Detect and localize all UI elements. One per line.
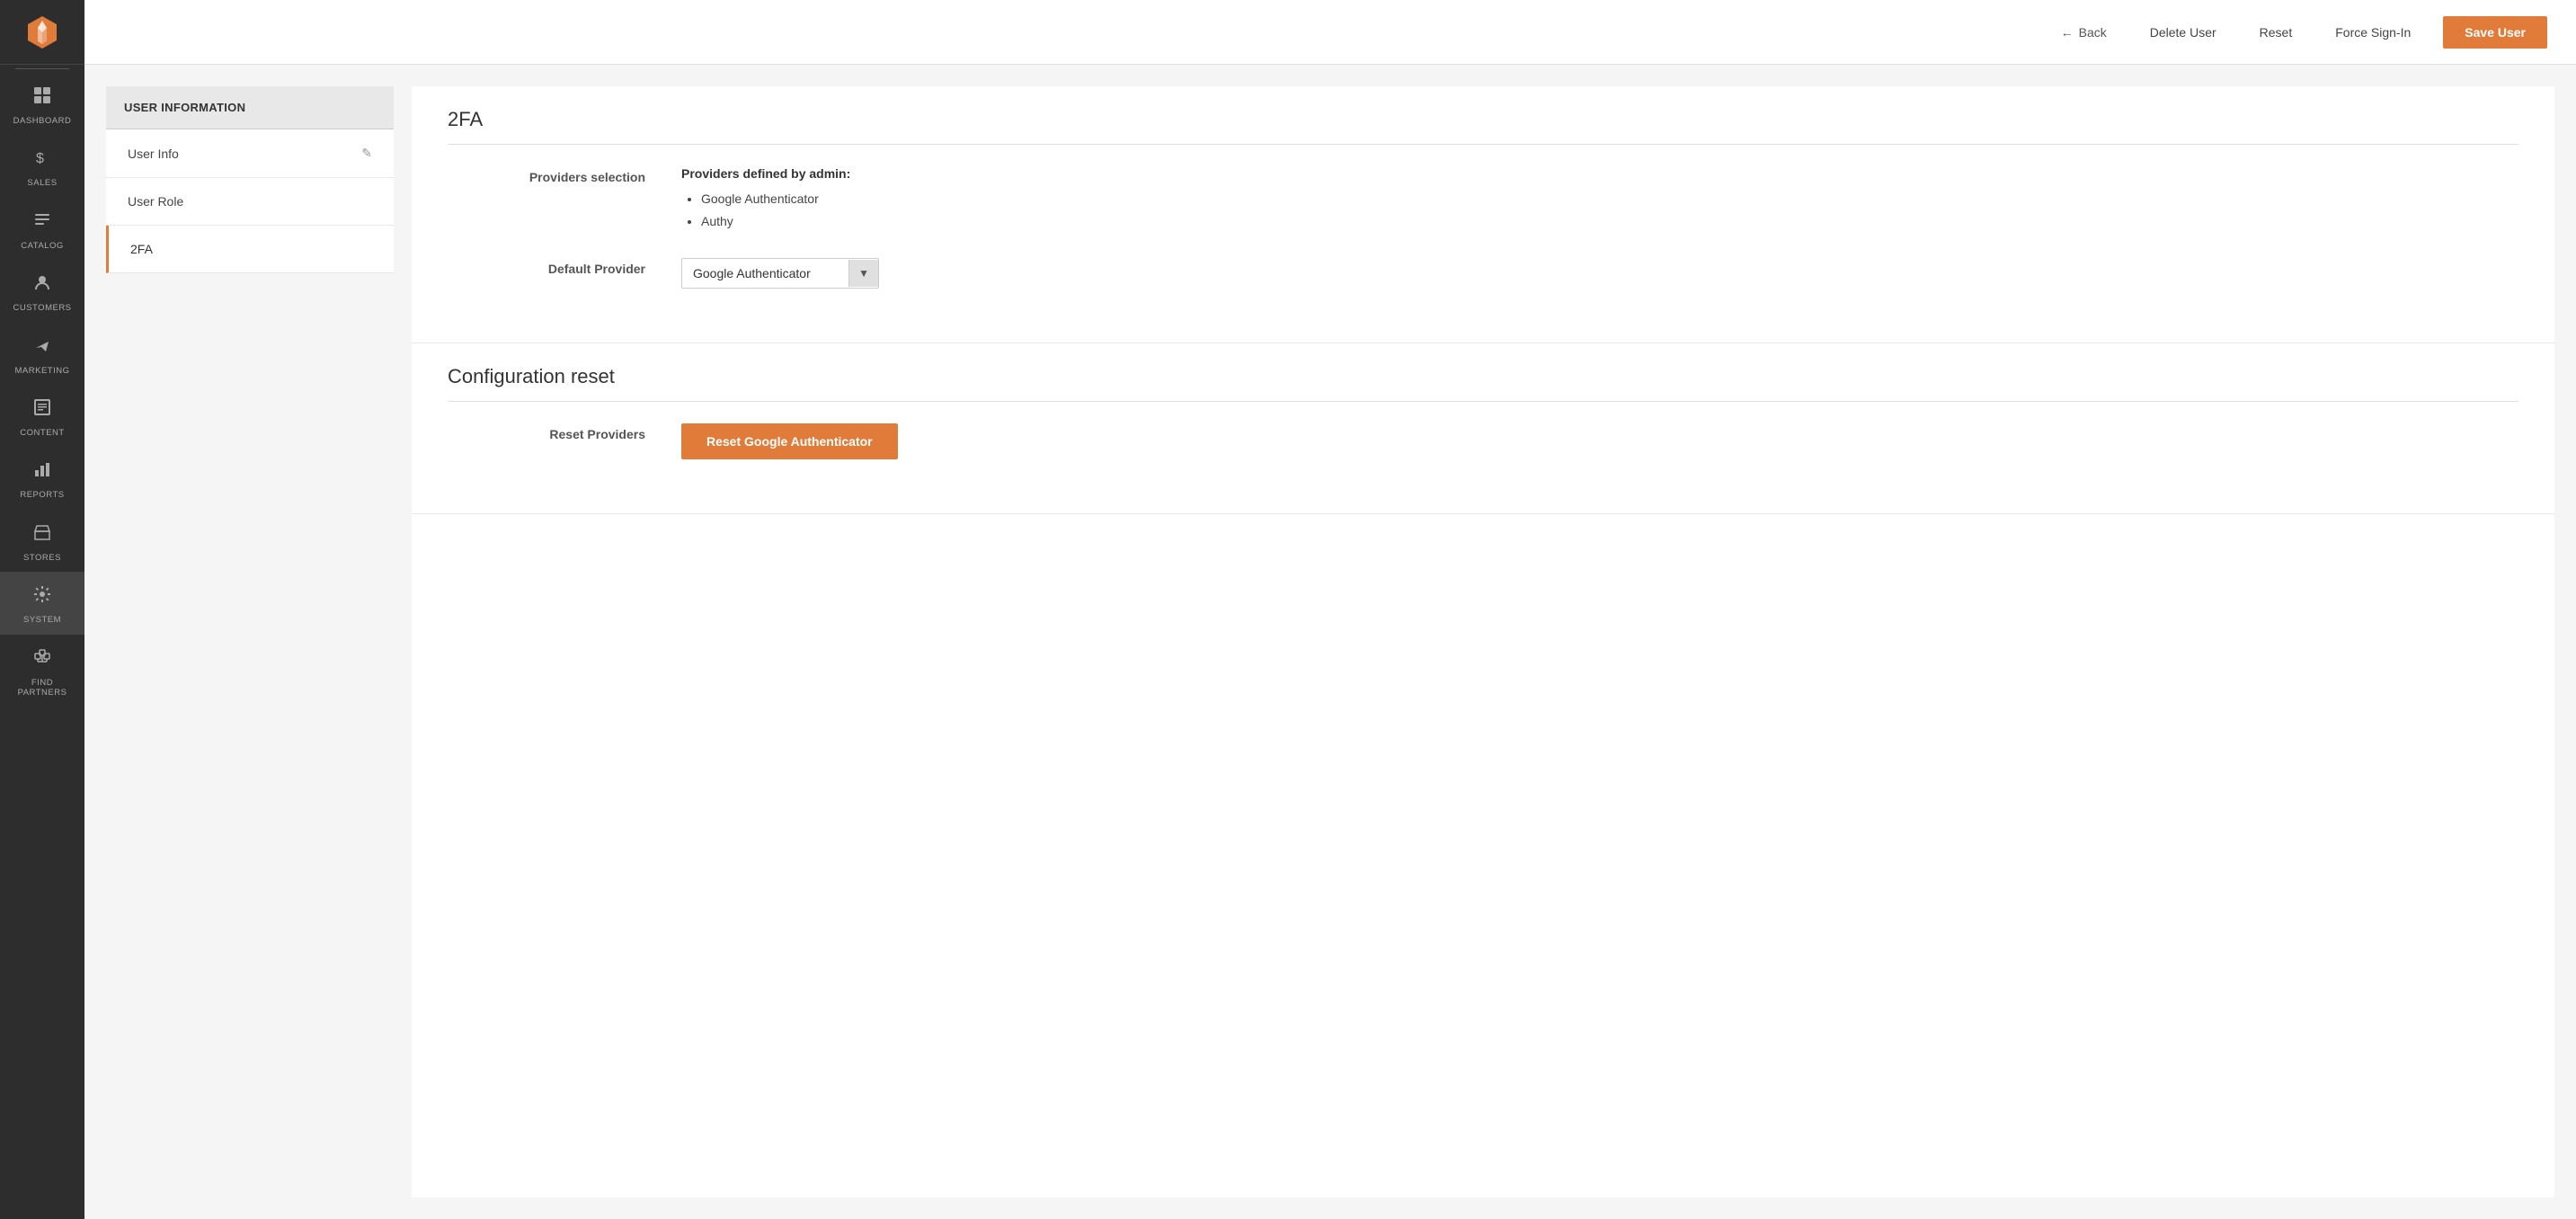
back-button[interactable]: ← Back [2050,18,2118,47]
marketing-icon [32,335,52,360]
select-arrow-button[interactable]: ▼ [848,260,878,287]
providers-defined-label: Providers defined by admin: [681,166,2518,181]
customers-icon [32,272,52,298]
reset-google-authenticator-label: Reset Google Authenticator [706,434,873,449]
default-provider-select-wrapper: Google Authenticator Authy ▼ [681,258,879,289]
find-partners-icon [32,647,52,672]
force-signin-button[interactable]: Force Sign-In [2324,18,2421,47]
sidebar-item-find-partners[interactable]: FIND PARTNERS [0,635,84,707]
left-nav-label-user-role: User Role [128,194,183,209]
default-provider-select[interactable]: Google Authenticator Authy [682,259,848,288]
toolbar: ← Back Delete User Reset Force Sign-In S… [84,0,2576,65]
reset-providers-row: Reset Providers Reset Google Authenticat… [448,423,2518,459]
providers-selection-row: Providers selection Providers defined by… [448,166,2518,233]
edit-icon: ✎ [361,146,372,161]
magento-logo-icon [22,13,62,52]
sidebar-item-label-dashboard: DASHBOARD [13,116,72,126]
save-user-label: Save User [2465,25,2526,40]
left-nav-item-2fa[interactable]: 2FA [106,226,394,273]
back-label: Back [2079,25,2107,40]
config-reset-section: Configuration reset Reset Providers Rese… [412,343,2554,514]
sidebar-item-marketing[interactable]: MARKETING [0,323,84,385]
provider-item-authy: Authy [701,210,2518,233]
sidebar-item-label-find-partners: FIND PARTNERS [7,678,77,698]
sidebar-item-label-catalog: CATALOG [21,241,64,251]
sidebar-item-reports[interactable]: REPORTS [0,447,84,509]
sidebar-divider [15,68,69,69]
sidebar-item-content[interactable]: CONTENT [0,385,84,447]
sidebar-item-label-customers: CUSTOMERS [13,303,71,313]
stores-icon [32,522,52,547]
sidebar-item-label-sales: SALES [27,178,57,188]
svg-text:$: $ [36,151,44,166]
sidebar-item-system[interactable]: SYSTEM [0,572,84,634]
default-provider-value: Google Authenticator Authy ▼ [681,258,2518,289]
sales-icon: $ [32,147,52,173]
tfa-section-title: 2FA [448,108,2518,145]
content-icon [32,397,52,423]
sidebar-item-sales[interactable]: $ SALES [0,135,84,197]
system-icon [32,584,52,610]
left-nav-label-user-info: User Info [128,147,179,161]
delete-user-button[interactable]: Delete User [2139,18,2227,47]
left-nav-header: USER INFORMATION [106,86,394,129]
reset-providers-label: Reset Providers [448,423,645,441]
save-user-button[interactable]: Save User [2443,16,2547,49]
page-body: USER INFORMATION User Info ✎ User Role 2… [84,65,2576,1219]
sidebar-item-stores[interactable]: STORES [0,510,84,572]
sidebar: DASHBOARD $ SALES CATALOG CUSTOMERS MARK… [0,0,84,1219]
main-content: ← Back Delete User Reset Force Sign-In S… [84,0,2576,1219]
provider-item-google: Google Authenticator [701,188,2518,210]
providers-list: Google Authenticator Authy [681,188,2518,233]
left-nav-label-2fa: 2FA [130,242,153,256]
main-panel: 2FA Providers selection Providers define… [412,86,2554,1197]
reports-icon [32,459,52,485]
dashboard-icon [32,85,52,111]
providers-selection-value: Providers defined by admin: Google Authe… [681,166,2518,233]
sidebar-item-label-content: CONTENT [20,428,64,438]
sidebar-item-catalog[interactable]: CATALOG [0,198,84,260]
reset-providers-value: Reset Google Authenticator [681,423,2518,459]
back-arrow-icon: ← [2061,25,2074,40]
delete-user-label: Delete User [2150,25,2216,40]
sidebar-item-label-system: SYSTEM [23,615,61,625]
catalog-icon [32,210,52,236]
config-reset-title: Configuration reset [448,365,2518,402]
sidebar-item-dashboard[interactable]: DASHBOARD [0,73,84,135]
sidebar-logo [0,0,84,65]
sidebar-item-label-reports: REPORTS [20,490,64,500]
left-nav-title: USER INFORMATION [124,101,245,114]
left-nav-item-user-info[interactable]: User Info ✎ [106,129,394,178]
left-nav-item-user-role[interactable]: User Role [106,178,394,226]
sidebar-item-label-marketing: MARKETING [15,366,70,376]
force-signin-label: Force Sign-In [2335,25,2411,40]
tfa-section: 2FA Providers selection Providers define… [412,86,2554,343]
default-provider-row: Default Provider Google Authenticator Au… [448,258,2518,289]
default-provider-label: Default Provider [448,258,645,276]
reset-label: Reset [2260,25,2293,40]
reset-button[interactable]: Reset [2249,18,2304,47]
providers-selection-label: Providers selection [448,166,645,184]
sidebar-item-label-stores: STORES [23,553,61,563]
sidebar-item-customers[interactable]: CUSTOMERS [0,260,84,322]
left-nav: USER INFORMATION User Info ✎ User Role 2… [106,86,394,1197]
reset-google-authenticator-button[interactable]: Reset Google Authenticator [681,423,898,459]
